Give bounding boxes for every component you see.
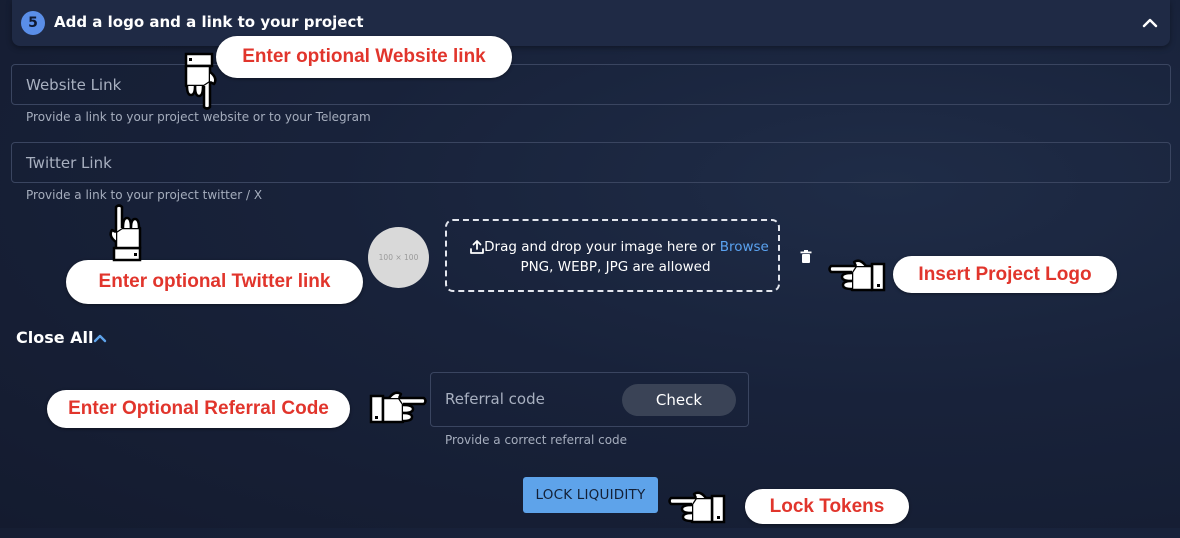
pointing-hand-right-icon (369, 391, 427, 424)
check-button[interactable]: Check (622, 384, 736, 416)
pointing-hand-left-icon (668, 491, 726, 524)
step-badge: 5 (21, 11, 45, 35)
logo-preview: 100 × 100 (368, 227, 429, 288)
callout-website: Enter optional Website link (216, 36, 512, 78)
close-all-button[interactable]: Close All (16, 328, 94, 347)
dropzone-instruction: Drag and drop your image here or Browse (447, 239, 778, 255)
chevron-up-icon[interactable] (1140, 13, 1160, 33)
referral-code-helper: Provide a correct referral code (445, 433, 628, 447)
dropzone-formats: PNG, WEBP, JPG are allowed (520, 259, 711, 275)
twitter-link-placeholder: Twitter Link (26, 154, 112, 172)
pointing-hand-down-icon (184, 52, 217, 110)
logo-dropzone[interactable]: Drag and drop your image here or Browse … (445, 219, 780, 292)
section-title: Add a logo and a link to your project (54, 13, 364, 31)
dropzone-text: Drag and drop your image here or (484, 239, 716, 255)
section-header[interactable]: 5 Add a logo and a link to your project (12, 0, 1170, 46)
callout-referral: Enter Optional Referral Code (47, 390, 350, 428)
referral-code-placeholder: Referral code (445, 390, 545, 408)
referral-code-field[interactable]: Referral code Check (430, 372, 749, 427)
callout-twitter: Enter optional Twitter link (66, 260, 363, 304)
trash-icon[interactable] (800, 250, 812, 264)
pointing-hand-up-icon (109, 204, 142, 262)
twitter-link-input[interactable]: Twitter Link (11, 142, 1171, 183)
website-link-helper: Provide a link to your project website o… (26, 110, 371, 124)
callout-lock: Lock Tokens (745, 489, 909, 524)
callout-logo: Insert Project Logo (893, 256, 1117, 293)
website-link-placeholder: Website Link (26, 76, 122, 94)
pointing-hand-left-icon (828, 259, 886, 292)
twitter-link-helper: Provide a link to your project twitter /… (26, 188, 263, 202)
chevron-up-icon[interactable] (92, 330, 108, 346)
lock-liquidity-button[interactable]: LOCK LIQUIDITY (523, 477, 658, 513)
browse-link[interactable]: Browse (720, 239, 769, 255)
